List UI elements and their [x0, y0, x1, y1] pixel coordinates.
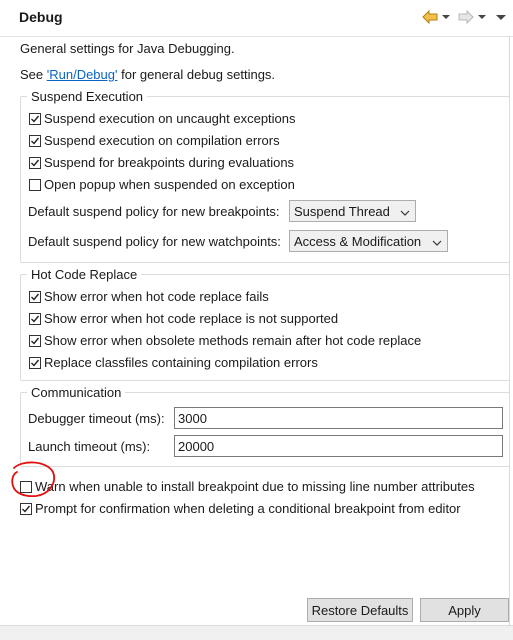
intro-text: General settings for Java Debugging.: [20, 41, 235, 56]
checkbox-label: Suspend for breakpoints during evaluatio…: [44, 155, 295, 170]
suspend-execution-legend: Suspend Execution: [31, 89, 144, 104]
breakpoint-policy-label: Default suspend policy for new breakpoin…: [28, 204, 280, 219]
hot-code-replace-legend: Hot Code Replace: [31, 267, 138, 282]
checkbox-box[interactable]: [20, 502, 32, 515]
chevron-down-icon: [432, 236, 442, 251]
checkbox-box[interactable]: [29, 134, 41, 147]
checkbox-box[interactable]: [29, 112, 41, 125]
hcr-replace-classfiles-checkbox[interactable]: Replace classfiles containing compilatio…: [29, 355, 318, 370]
hcr-fails-checkbox[interactable]: Show error when hot code replace fails: [29, 289, 269, 304]
debugger-timeout-label: Debugger timeout (ms):: [28, 411, 165, 426]
debugger-timeout-input[interactable]: 3000: [174, 407, 503, 429]
checkbox-box[interactable]: [29, 156, 41, 169]
launch-timeout-label: Launch timeout (ms):: [28, 439, 151, 454]
warn-missing-line-numbers-checkbox[interactable]: Warn when unable to install breakpoint d…: [20, 479, 475, 494]
see-run-debug-text: See 'Run/Debug' for general debug settin…: [20, 67, 276, 82]
checkbox-box[interactable]: [29, 178, 41, 191]
hcr-not-supported-checkbox[interactable]: Show error when hot code replace is not …: [29, 311, 338, 326]
launch-timeout-input[interactable]: 20000: [174, 435, 503, 457]
view-menu-icon[interactable]: [495, 9, 507, 25]
watchpoint-policy-select[interactable]: Access & Modification: [289, 230, 448, 252]
checkbox-label: Prompt for confirmation when deleting a …: [35, 501, 461, 516]
forward-arrow-icon[interactable]: [457, 9, 475, 25]
checkbox-label: Warn when unable to install breakpoint d…: [35, 479, 475, 494]
back-arrow-icon[interactable]: [421, 9, 439, 25]
annotation-circle-mark: [6, 460, 58, 503]
forward-dropdown-chevron-icon[interactable]: [477, 9, 487, 25]
prompt-delete-conditional-breakpoint-checkbox[interactable]: Prompt for confirmation when deleting a …: [20, 501, 461, 516]
checkbox-box[interactable]: [29, 312, 41, 325]
breakpoint-policy-select[interactable]: Suspend Thread: [289, 200, 416, 222]
checkbox-label: Replace classfiles containing compilatio…: [44, 355, 318, 370]
checkbox-label: Show error when hot code replace fails: [44, 289, 269, 304]
checkbox-label: Suspend execution on compilation errors: [44, 133, 280, 148]
page-title: Debug: [19, 9, 63, 25]
watchpoint-policy-label: Default suspend policy for new watchpoin…: [28, 234, 281, 249]
navigation-toolbar: [421, 7, 507, 27]
back-dropdown-chevron-icon[interactable]: [441, 9, 451, 25]
preference-page-header: Debug: [0, 0, 513, 37]
communication-legend: Communication: [31, 385, 122, 400]
checkbox-label: Show error when hot code replace is not …: [44, 311, 339, 326]
restore-defaults-button[interactable]: Restore Defaults: [307, 598, 413, 622]
checkbox-label: Suspend execution on uncaught exceptions: [44, 111, 296, 126]
checkbox-box[interactable]: [29, 290, 41, 303]
apply-button[interactable]: Apply: [420, 598, 509, 622]
suspend-breakpoints-evaluations-checkbox[interactable]: Suspend for breakpoints during evaluatio…: [29, 155, 294, 170]
checkbox-label: Show error when obsolete methods remain …: [44, 333, 422, 348]
open-popup-suspended-checkbox[interactable]: Open popup when suspended on exception: [29, 177, 295, 192]
checkbox-label: Open popup when suspended on exception: [44, 177, 295, 192]
chevron-down-icon: [400, 206, 410, 221]
suspend-compilation-errors-checkbox[interactable]: Suspend execution on compilation errors: [29, 133, 280, 148]
bottom-strip: [0, 625, 513, 640]
hcr-obsolete-methods-checkbox[interactable]: Show error when obsolete methods remain …: [29, 333, 421, 348]
suspend-uncaught-exceptions-checkbox[interactable]: Suspend execution on uncaught exceptions: [29, 111, 296, 126]
checkbox-box[interactable]: [29, 356, 41, 369]
run-debug-link[interactable]: 'Run/Debug': [47, 67, 118, 82]
checkbox-box[interactable]: [29, 334, 41, 347]
